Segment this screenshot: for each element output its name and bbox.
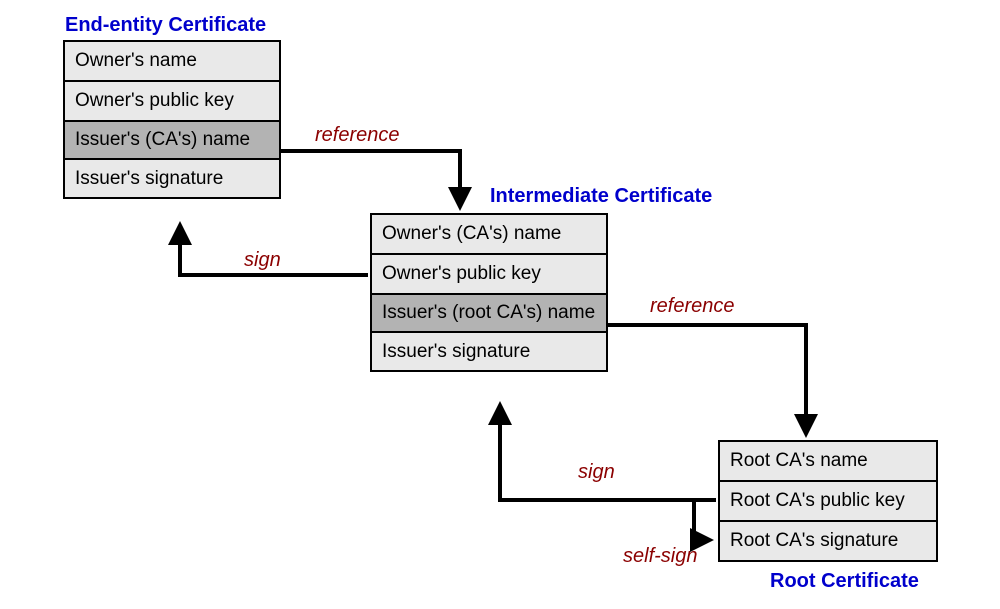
intermediate-issuer-signature: Issuer's signature xyxy=(372,333,606,371)
label-self-sign: self-sign xyxy=(623,545,697,568)
end-entity-issuer-signature: Issuer's signature xyxy=(65,160,279,198)
title-root: Root Certificate xyxy=(770,570,919,593)
label-sign-1: sign xyxy=(244,249,281,272)
certificate-chain-diagram: End-entity Certificate Intermediate Cert… xyxy=(0,0,1000,609)
root-certificate: Root CA's name Root CA's public key Root… xyxy=(718,440,938,562)
root-ca-public-key: Root CA's public key xyxy=(720,482,936,522)
end-entity-owner-public-key: Owner's public key xyxy=(65,82,279,122)
root-ca-name: Root CA's name xyxy=(720,442,936,482)
intermediate-certificate: Owner's (CA's) name Owner's public key I… xyxy=(370,213,608,372)
title-intermediate: Intermediate Certificate xyxy=(490,185,712,208)
intermediate-issuer-name: Issuer's (root CA's) name xyxy=(372,295,606,333)
label-sign-2: sign xyxy=(578,461,615,484)
label-reference-2: reference xyxy=(650,295,735,318)
label-reference-1: reference xyxy=(315,124,400,147)
intermediate-owner-public-key: Owner's public key xyxy=(372,255,606,295)
end-entity-owner-name: Owner's name xyxy=(65,42,279,82)
title-end-entity: End-entity Certificate xyxy=(65,14,266,37)
intermediate-owner-name: Owner's (CA's) name xyxy=(372,215,606,255)
root-ca-signature: Root CA's signature xyxy=(720,522,936,560)
arrow-reference-intermediate-to-root xyxy=(608,325,806,434)
arrow-sign-root-to-intermediate xyxy=(500,405,716,500)
end-entity-issuer-name: Issuer's (CA's) name xyxy=(65,122,279,160)
arrow-reference-end-to-intermediate xyxy=(279,151,460,207)
end-entity-certificate: Owner's name Owner's public key Issuer's… xyxy=(63,40,281,199)
arrow-self-sign-root xyxy=(694,500,716,540)
